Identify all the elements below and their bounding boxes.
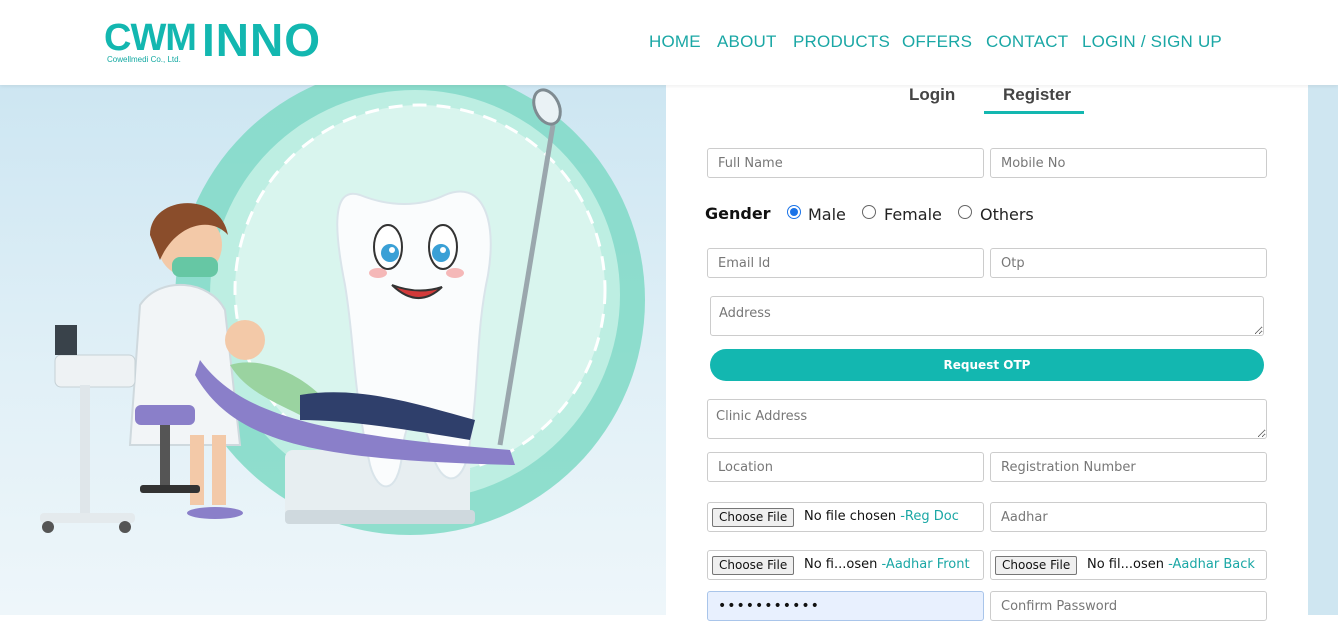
reg-doc-file-status: No file chosen <box>804 509 897 524</box>
mobile-input[interactable] <box>990 148 1267 178</box>
password-input[interactable]: ••••••••••• <box>707 591 984 621</box>
aadhar-input[interactable] <box>990 502 1267 532</box>
nav-offers[interactable]: OFFERS <box>902 32 972 52</box>
registration-number-input[interactable] <box>990 452 1267 482</box>
nav-products[interactable]: PRODUCTS <box>793 32 890 52</box>
aadhar-back-hint: -Aadhar Back <box>1168 557 1255 572</box>
dentist-illustration-icon <box>40 85 645 535</box>
active-tab-indicator <box>984 111 1084 114</box>
aadhar-back-file-input[interactable]: Choose File No fil...osen -Aadhar Back <box>990 550 1267 580</box>
gender-radio-others[interactable] <box>958 205 972 219</box>
aadhar-back-choose-file-button[interactable]: Choose File <box>995 556 1078 575</box>
tab-register[interactable]: Register <box>1003 85 1071 105</box>
nav-login-signup[interactable]: LOGIN / SIGN UP <box>1082 32 1222 52</box>
clinic-address-textarea[interactable] <box>707 399 1267 439</box>
nav-home[interactable]: HOME <box>649 32 701 52</box>
aadhar-front-hint: -Aadhar Front <box>881 557 970 572</box>
site-header: CWM Cowellmedi Co., Ltd. INNO HOME ABOUT… <box>0 0 1338 85</box>
gender-label-male[interactable]: Male <box>808 205 846 224</box>
aadhar-front-file-input[interactable]: Choose File No fi...osen -Aadhar Front <box>707 550 984 580</box>
aadhar-front-choose-file-button[interactable]: Choose File <box>712 556 795 575</box>
aadhar-front-file-status: No fi...osen <box>804 557 878 572</box>
gender-label-others[interactable]: Others <box>980 205 1034 224</box>
request-otp-button[interactable]: Request OTP <box>710 349 1264 381</box>
nav-contact[interactable]: CONTACT <box>986 32 1068 52</box>
reg-doc-hint: -Reg Doc <box>900 509 959 524</box>
nav-about[interactable]: ABOUT <box>717 32 777 52</box>
logo-subtitle: Cowellmedi Co., Ltd. <box>107 55 181 64</box>
brand-logo[interactable]: CWM Cowellmedi Co., Ltd. INNO <box>104 14 344 68</box>
reg-doc-choose-file-button[interactable]: Choose File <box>712 508 795 527</box>
aadhar-back-file-status: No fil...osen <box>1087 557 1164 572</box>
logo-cwm-text: CWM <box>104 17 197 59</box>
confirm-password-input[interactable] <box>990 591 1267 621</box>
tab-login[interactable]: Login <box>909 85 955 105</box>
address-textarea[interactable] <box>710 296 1264 336</box>
gender-radio-male[interactable] <box>787 205 801 219</box>
gender-label-female[interactable]: Female <box>884 205 942 224</box>
reg-doc-file-input[interactable]: Choose File No file chosen -Reg Doc <box>707 502 984 532</box>
otp-input[interactable] <box>990 248 1267 278</box>
right-background-strip <box>1308 85 1338 615</box>
logo-inno-text: INNO <box>202 14 321 66</box>
gender-label: Gender <box>705 204 771 223</box>
gender-radio-female[interactable] <box>862 205 876 219</box>
hero-illustration <box>0 85 666 615</box>
email-input[interactable] <box>707 248 984 278</box>
full-name-input[interactable] <box>707 148 984 178</box>
location-input[interactable] <box>707 452 984 482</box>
